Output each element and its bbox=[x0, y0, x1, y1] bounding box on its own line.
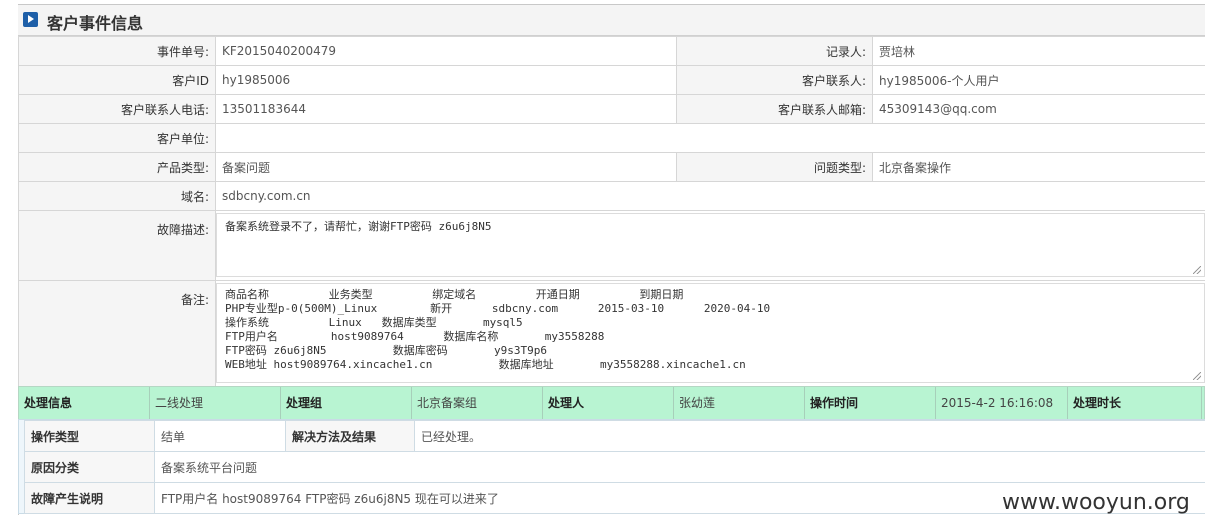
watermark: www.wooyun.org bbox=[1002, 490, 1190, 515]
remark-label: 备注: bbox=[18, 280, 216, 387]
processing-group-label: 处理组 bbox=[281, 387, 412, 419]
event-info-table: 事件单号: KF2015040200479 记录人: 贾培林 客户ID hy19… bbox=[18, 36, 1205, 387]
reason-value: 备案系统平台问题 bbox=[154, 451, 1205, 483]
recorder-value: 贾培林 bbox=[872, 36, 1205, 66]
cause-label: 故障产生说明 bbox=[24, 482, 155, 514]
product-type-value: 备案问题 bbox=[215, 152, 677, 182]
processing-info-label: 处理信息 bbox=[19, 387, 150, 419]
remark-line: FTP密码 z6u6j8N5 数据库密码 y9s3T9p6 bbox=[225, 344, 548, 357]
email-value: 45309143@qq.com bbox=[872, 94, 1205, 124]
processing-duration-label: 处理时长 bbox=[1068, 387, 1202, 419]
phone-label: 客户联系人电话: bbox=[18, 94, 216, 124]
processing-time-label: 操作时间 bbox=[805, 387, 936, 419]
processing-handler-value: 张幼莲 bbox=[674, 387, 805, 419]
fault-textarea[interactable]: 备案系统登录不了，请帮忙，谢谢FTP密码 z6u6j8N5 bbox=[216, 213, 1205, 277]
unit-value bbox=[215, 123, 1205, 153]
operation-type-value: 结单 bbox=[154, 420, 286, 452]
solution-label: 解决方法及结果 bbox=[285, 420, 415, 452]
recorder-label: 记录人: bbox=[676, 36, 873, 66]
processing-bar: 处理信息 二线处理 处理组 北京备案组 处理人 张幼莲 操作时间 2015-4-… bbox=[18, 386, 1205, 420]
product-type-label: 产品类型: bbox=[18, 152, 216, 182]
event-no-label: 事件单号: bbox=[18, 36, 216, 66]
processing-time-value: 2015-4-2 16:16:08 bbox=[936, 387, 1068, 419]
remark-line: WEB地址 host9089764.xincache1.cn 数据库地址 my3… bbox=[225, 358, 746, 371]
contact-value: hy1985006-个人用户 bbox=[872, 65, 1205, 95]
arrow-right-icon bbox=[23, 12, 38, 27]
contact-label: 客户联系人: bbox=[676, 65, 873, 95]
remark-line: 操作系统 Linux 数据库类型 mysql5 bbox=[225, 316, 523, 329]
issue-type-label: 问题类型: bbox=[676, 152, 873, 182]
customer-id-value: hy1985006 bbox=[215, 65, 677, 95]
phone-value: 13501183644 bbox=[215, 94, 677, 124]
processing-info-value: 二线处理 bbox=[150, 387, 281, 419]
fault-text: 备案系统登录不了，请帮忙，谢谢FTP密码 z6u6j8N5 bbox=[225, 220, 492, 233]
remark-textarea[interactable]: 商品名称 业务类型 绑定域名 开通日期 到期日期 PHP专业型p-0(500M)… bbox=[216, 283, 1205, 383]
resize-grip-icon[interactable] bbox=[1193, 266, 1201, 274]
fault-label: 故障描述: bbox=[18, 210, 216, 281]
reason-label: 原因分类 bbox=[24, 451, 155, 483]
customer-id-label: 客户ID bbox=[18, 65, 216, 95]
processing-group-value: 北京备案组 bbox=[412, 387, 543, 419]
solution-value: 已经处理。 bbox=[414, 420, 1205, 452]
panel-header: 客户事件信息 bbox=[18, 5, 1205, 36]
domain-value: sdbcny.com.cn bbox=[215, 181, 1205, 211]
issue-type-value: 北京备案操作 bbox=[872, 152, 1205, 182]
email-label: 客户联系人邮箱: bbox=[676, 94, 873, 124]
processing-handler-label: 处理人 bbox=[543, 387, 674, 419]
operation-type-label: 操作类型 bbox=[24, 420, 155, 452]
unit-label: 客户单位: bbox=[18, 123, 216, 153]
resize-grip-icon[interactable] bbox=[1193, 372, 1201, 380]
remark-line: PHP专业型p-0(500M)_Linux 新开 sdbcny.com 2015… bbox=[225, 302, 771, 315]
remark-line: 商品名称 业务类型 绑定域名 开通日期 到期日期 bbox=[225, 288, 684, 301]
panel-title: 客户事件信息 bbox=[47, 14, 144, 33]
domain-label: 域名: bbox=[18, 181, 216, 211]
event-no-value: KF2015040200479 bbox=[215, 36, 677, 66]
remark-line: FTP用户名 host9089764 数据库名称 my3558288 bbox=[225, 330, 605, 343]
